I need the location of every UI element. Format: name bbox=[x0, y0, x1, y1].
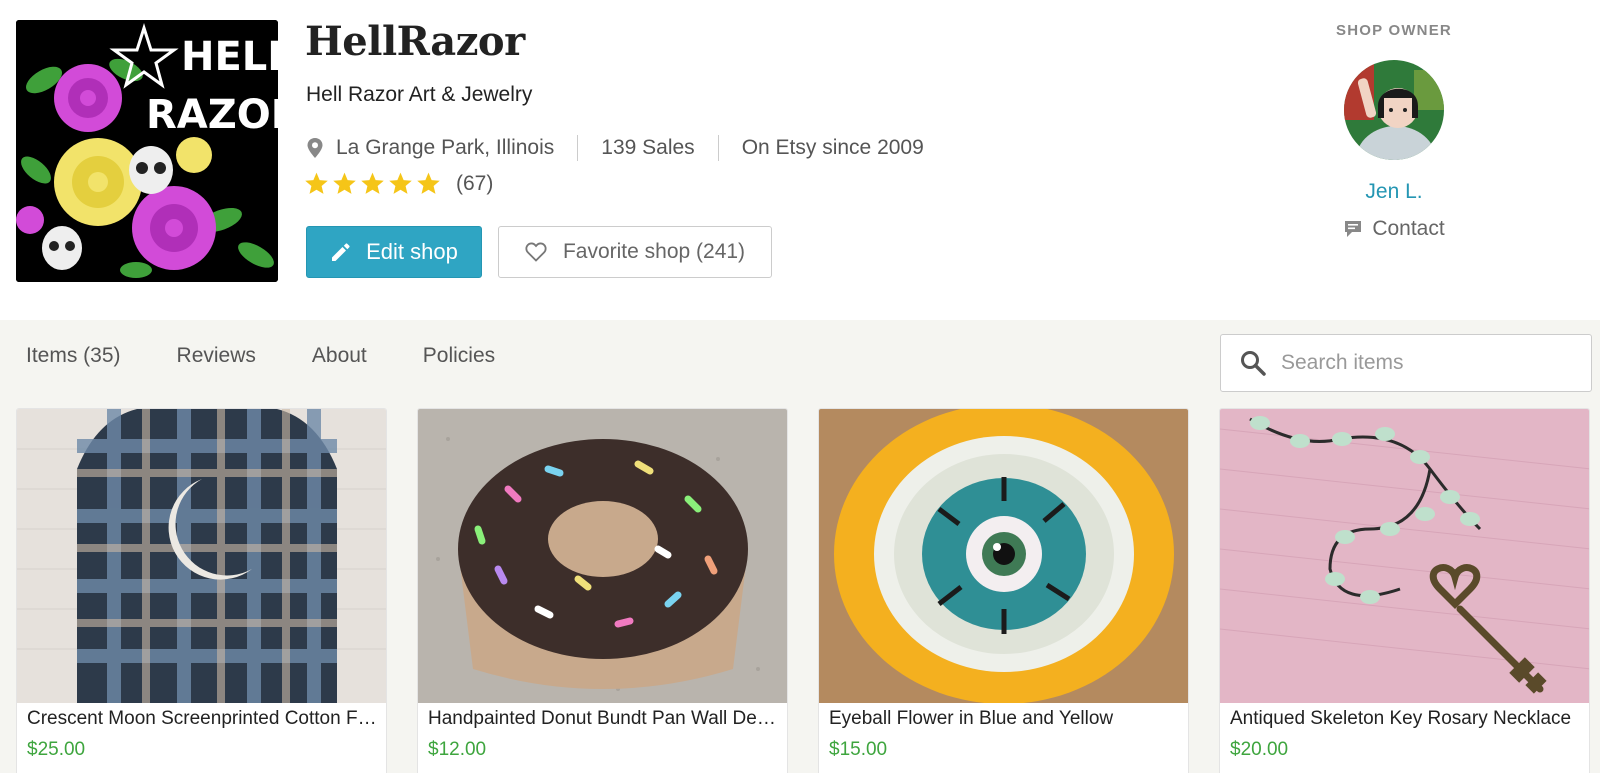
listing-image[interactable] bbox=[1220, 409, 1590, 703]
shop-name: HellRazor bbox=[305, 18, 525, 65]
shop-logo-image: HELL RAZOR bbox=[16, 20, 278, 282]
owner-avatar[interactable] bbox=[1344, 60, 1444, 160]
shop-owner-heading: SHOP OWNER bbox=[1336, 22, 1452, 39]
listing-image[interactable] bbox=[819, 409, 1189, 703]
edit-shop-button[interactable]: Edit shop bbox=[306, 226, 482, 278]
tab-about[interactable]: About bbox=[312, 344, 367, 368]
tab-items[interactable]: Items (35) bbox=[26, 344, 121, 368]
shop-location[interactable]: La Grange Park, Illinois bbox=[336, 136, 554, 160]
star-icon bbox=[417, 172, 440, 194]
listing-title[interactable]: Handpainted Donut Bundt Pan Wall Decor bbox=[428, 708, 780, 730]
search-box[interactable] bbox=[1220, 334, 1592, 392]
meta-divider bbox=[717, 135, 719, 161]
contact-owner-button[interactable]: Contact bbox=[1294, 217, 1494, 241]
listing-title[interactable]: Eyeball Flower in Blue and Yellow bbox=[829, 708, 1181, 730]
review-count[interactable]: (67) bbox=[456, 172, 493, 196]
shop-header: HELL RAZOR HellRazor Hell Razor Art & Je… bbox=[0, 0, 1600, 320]
owner-name-link[interactable]: Jen L. bbox=[1294, 180, 1494, 204]
listing-card[interactable]: Handpainted Donut Bundt Pan Wall Decor $… bbox=[417, 408, 788, 773]
listing-card[interactable]: Eyeball Flower in Blue and Yellow $15.00 bbox=[818, 408, 1189, 773]
tab-reviews[interactable]: Reviews bbox=[177, 344, 256, 368]
contact-label: Contact bbox=[1372, 217, 1445, 240]
edit-shop-label: Edit shop bbox=[366, 239, 458, 264]
logo-text-razor: RAZOR bbox=[146, 92, 278, 138]
shop-logo[interactable]: HELL RAZOR bbox=[16, 20, 278, 282]
owner-avatar-image bbox=[1344, 60, 1444, 160]
heart-icon bbox=[525, 242, 547, 262]
star-icon bbox=[333, 172, 356, 194]
meta-divider bbox=[577, 135, 579, 161]
listing-grid: Crescent Moon Screenprinted Cotton Flann… bbox=[16, 408, 1592, 773]
listing-title[interactable]: Crescent Moon Screenprinted Cotton Flann… bbox=[27, 708, 379, 730]
favorite-shop-label: Favorite shop (241) bbox=[562, 240, 746, 263]
shop-since: On Etsy since 2009 bbox=[741, 136, 924, 159]
shop-tagline: Hell Razor Art & Jewelry bbox=[306, 83, 533, 106]
chat-bubble-icon bbox=[1345, 221, 1362, 237]
shop-sales[interactable]: 139 Sales bbox=[601, 136, 694, 160]
star-icon bbox=[361, 172, 384, 194]
shop-tabs: Items (35) Reviews About Policies bbox=[26, 344, 551, 368]
listing-price: $15.00 bbox=[829, 739, 888, 760]
listing-price: $12.00 bbox=[428, 739, 487, 760]
location-pin-icon bbox=[307, 138, 323, 158]
favorite-shop-button[interactable]: Favorite shop (241) bbox=[498, 226, 772, 278]
listing-price: $25.00 bbox=[27, 739, 86, 760]
listing-card[interactable]: Crescent Moon Screenprinted Cotton Flann… bbox=[16, 408, 387, 773]
search-input[interactable] bbox=[1281, 351, 1581, 375]
listing-image[interactable] bbox=[418, 409, 788, 703]
rating-stars bbox=[304, 171, 444, 196]
listing-card[interactable]: Antiqued Skeleton Key Rosary Necklace $2… bbox=[1219, 408, 1590, 773]
pencil-icon bbox=[332, 243, 350, 261]
shop-rating[interactable]: (67) bbox=[304, 171, 493, 196]
shop-meta: La Grange Park, Illinois 139 Sales On Et… bbox=[306, 133, 924, 163]
listing-image[interactable] bbox=[17, 409, 387, 703]
search-icon bbox=[1241, 351, 1266, 376]
listing-title[interactable]: Antiqued Skeleton Key Rosary Necklace bbox=[1230, 708, 1582, 730]
shop-items-section: Items (35) Reviews About Policies Search… bbox=[0, 320, 1600, 773]
logo-text-hell: HELL bbox=[181, 34, 278, 80]
tab-policies[interactable]: Policies bbox=[423, 344, 495, 368]
star-icon bbox=[305, 172, 328, 194]
star-icon bbox=[389, 172, 412, 194]
listing-price: $20.00 bbox=[1230, 739, 1289, 760]
